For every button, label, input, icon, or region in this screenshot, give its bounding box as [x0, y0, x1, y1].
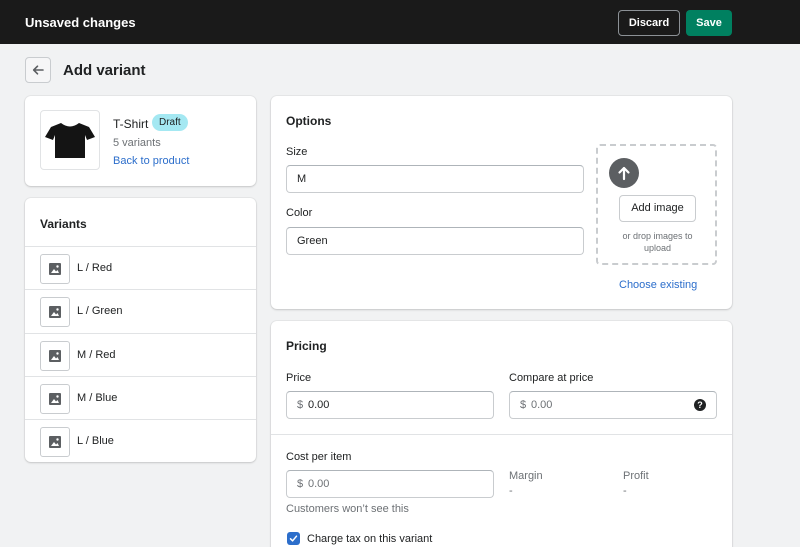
- variant-thumbnail: [40, 297, 70, 327]
- cost-per-item-label: Cost per item: [286, 451, 352, 463]
- add-image-button[interactable]: Add image: [619, 195, 696, 222]
- size-input[interactable]: M: [286, 165, 584, 193]
- upload-arrow-icon: [609, 158, 639, 188]
- variant-label: L / Green: [77, 305, 123, 317]
- image-placeholder-icon: [49, 436, 61, 448]
- compare-at-price-label: Compare at price: [509, 372, 594, 384]
- status-badge: Draft: [152, 114, 188, 131]
- compare-at-price-value: 0.00: [531, 399, 553, 411]
- options-heading: Options: [286, 114, 332, 128]
- variant-item[interactable]: L / Green: [25, 289, 256, 332]
- product-name: T-Shirt: [113, 117, 149, 131]
- profit-value: -: [623, 485, 627, 497]
- checkmark-icon: [289, 535, 298, 542]
- variant-item[interactable]: L / Blue: [25, 419, 256, 462]
- cost-per-item-value: 0.00: [308, 478, 330, 490]
- profit-label: Profit: [623, 470, 649, 482]
- variant-item[interactable]: M / Red: [25, 333, 256, 376]
- variant-count: 5 variants: [113, 137, 161, 149]
- image-dropzone[interactable]: Add image or drop images to upload: [596, 144, 717, 265]
- variants-heading: Variants: [40, 217, 87, 231]
- cost-help-text: Customers won’t see this: [286, 503, 409, 515]
- color-input[interactable]: Green: [286, 227, 584, 255]
- pricing-card: Pricing Price $ 0.00 Compare at price $ …: [271, 321, 732, 547]
- currency-prefix: $: [520, 399, 527, 411]
- drop-hint-text: or drop images to upload: [622, 231, 693, 253]
- section-divider: [271, 434, 732, 435]
- variant-thumbnail: [40, 341, 70, 371]
- product-summary-card: T-Shirt Draft 5 variants Back to product: [25, 96, 256, 186]
- back-to-product-link[interactable]: Back to product: [113, 155, 189, 167]
- back-button[interactable]: [25, 57, 51, 83]
- arrow-left-icon: [32, 65, 44, 75]
- save-button[interactable]: Save: [686, 10, 732, 36]
- product-thumbnail: [40, 110, 100, 170]
- options-card: Options Size M Color Green Add image or …: [271, 96, 732, 309]
- variant-item[interactable]: L / Red: [25, 246, 256, 289]
- contextual-save-bar: Unsaved changes Discard Save: [0, 0, 800, 44]
- cost-per-item-input[interactable]: $ 0.00: [286, 470, 494, 498]
- currency-prefix: $: [297, 399, 304, 411]
- compare-at-price-input[interactable]: $ 0.00 ?: [509, 391, 717, 419]
- choose-existing-link[interactable]: Choose existing: [619, 279, 697, 291]
- discard-button[interactable]: Discard: [618, 10, 680, 36]
- variant-label: L / Red: [77, 262, 113, 274]
- image-placeholder-icon: [49, 393, 61, 405]
- size-label: Size: [286, 146, 308, 158]
- image-placeholder-icon: [49, 350, 61, 362]
- price-value: 0.00: [308, 399, 330, 411]
- image-placeholder-icon: [49, 306, 61, 318]
- help-icon[interactable]: ?: [694, 399, 706, 411]
- variant-label: L / Blue: [77, 435, 114, 447]
- tshirt-icon: [45, 123, 95, 158]
- variant-item[interactable]: M / Blue: [25, 376, 256, 419]
- charge-tax-label[interactable]: Charge tax on this variant: [307, 533, 432, 545]
- margin-label: Margin: [509, 470, 543, 482]
- charge-tax-checkbox[interactable]: [287, 532, 300, 545]
- variants-card: Variants L / Red L / Green M / Red M / B…: [25, 198, 256, 462]
- page-title: Add variant: [63, 62, 146, 79]
- price-label: Price: [286, 372, 312, 384]
- currency-prefix: $: [297, 478, 304, 490]
- variant-thumbnail: [40, 384, 70, 414]
- variant-label: M / Red: [77, 349, 116, 361]
- pricing-heading: Pricing: [286, 339, 327, 353]
- margin-value: -: [509, 485, 513, 497]
- unsaved-changes-title: Unsaved changes: [25, 15, 136, 30]
- color-label: Color: [286, 207, 313, 219]
- variant-thumbnail: [40, 254, 70, 284]
- variant-label: M / Blue: [77, 392, 118, 404]
- image-placeholder-icon: [49, 263, 61, 275]
- price-input[interactable]: $ 0.00: [286, 391, 494, 419]
- variant-thumbnail: [40, 427, 70, 457]
